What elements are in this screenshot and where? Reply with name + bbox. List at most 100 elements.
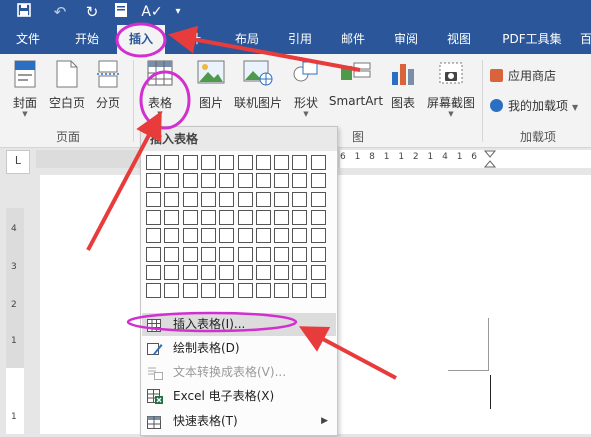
grid-cell[interactable] (146, 228, 161, 244)
grid-cell[interactable] (200, 173, 216, 189)
grid-cell[interactable] (310, 228, 326, 244)
grid-cell[interactable] (146, 191, 161, 207)
chart-button[interactable]: 图表 (386, 54, 420, 124)
online-picture-button[interactable]: 联机图片 (232, 54, 284, 124)
grid-cell[interactable] (237, 155, 253, 170)
grid-cell[interactable] (255, 264, 271, 280)
grid-cell[interactable] (237, 283, 253, 299)
grid-cell[interactable] (255, 228, 271, 244)
tab-layout[interactable]: 布局 (224, 25, 270, 54)
grid-cell[interactable] (292, 209, 308, 225)
grid-cell[interactable] (164, 264, 180, 280)
grid-cell[interactable] (310, 264, 326, 280)
grid-cell[interactable] (146, 264, 161, 280)
grid-cell[interactable] (237, 173, 253, 189)
repeat-icon[interactable]: ↻ (82, 2, 102, 22)
grid-cell[interactable] (182, 209, 198, 225)
grid-cell[interactable] (182, 246, 198, 262)
grid-cell[interactable] (164, 155, 180, 170)
grid-cell[interactable] (310, 191, 326, 207)
grid-cell[interactable] (182, 283, 198, 299)
grid-cell[interactable] (146, 283, 161, 299)
grid-cell[interactable] (164, 228, 180, 244)
grid-cell[interactable] (292, 191, 308, 207)
grid-cell[interactable] (182, 228, 198, 244)
tab-insert[interactable]: 插入 (117, 25, 165, 54)
undo-icon[interactable]: ↶ (48, 2, 72, 22)
grid-cell[interactable] (200, 191, 216, 207)
grid-cell[interactable] (292, 155, 308, 170)
excel-spreadsheet-menu-item[interactable]: Excel 电子表格(X) (142, 385, 336, 408)
grid-cell[interactable] (237, 191, 253, 207)
grid-cell[interactable] (274, 246, 290, 262)
tab-references[interactable]: 引用 (278, 25, 322, 54)
grid-cell[interactable] (164, 246, 180, 262)
grid-cell[interactable] (237, 246, 253, 262)
grid-cell[interactable] (310, 155, 326, 170)
grid-cell[interactable] (274, 283, 290, 299)
shapes-button[interactable]: 形状 ▼ (288, 54, 324, 124)
vertical-ruler[interactable]: 4 3 2 1 1 (6, 208, 24, 434)
picture-button[interactable]: 图片 (194, 54, 228, 124)
table-button[interactable]: 表格 ▼ (140, 54, 180, 124)
grid-cell[interactable] (200, 155, 216, 170)
grid-cell[interactable] (146, 209, 161, 225)
grid-cell[interactable] (255, 155, 271, 170)
cover-page-button[interactable]: 封面 ▼ (6, 54, 44, 124)
grid-cell[interactable] (310, 209, 326, 225)
grid-cell[interactable] (255, 191, 271, 207)
screenshot-button[interactable]: 屏幕截图 ▼ (424, 54, 478, 124)
grid-cell[interactable] (146, 155, 161, 170)
grid-cell[interactable] (200, 228, 216, 244)
grid-cell[interactable] (146, 246, 161, 262)
grid-cell[interactable] (237, 264, 253, 280)
save-icon[interactable] (14, 2, 34, 22)
store-button[interactable]: 应用商店 (490, 66, 556, 86)
tab-review[interactable]: 审阅 (384, 25, 428, 54)
grid-cell[interactable] (310, 173, 326, 189)
grid-cell[interactable] (200, 283, 216, 299)
grid-cell[interactable] (200, 246, 216, 262)
quick-tables-menu-item[interactable]: 快速表格(T) ▶ (142, 410, 336, 433)
grid-cell[interactable] (219, 173, 235, 189)
tab-home[interactable]: 开始 (62, 25, 112, 54)
tab-mailings[interactable]: 邮件 (330, 25, 376, 54)
smartart-button[interactable]: SmartArt (328, 54, 384, 124)
grid-cell[interactable] (274, 191, 290, 207)
grid-cell[interactable] (292, 228, 308, 244)
grid-cell[interactable] (255, 283, 271, 299)
grid-cell[interactable] (164, 191, 180, 207)
grid-cell[interactable] (200, 264, 216, 280)
grid-cell[interactable] (310, 246, 326, 262)
grid-cell[interactable] (164, 173, 180, 189)
tab-overflow[interactable]: 百 (576, 25, 591, 54)
grid-cell[interactable] (219, 246, 235, 262)
grid-cell[interactable] (274, 228, 290, 244)
tab-file[interactable]: 文件 (2, 25, 54, 54)
grid-cell[interactable] (219, 264, 235, 280)
draw-table-menu-item[interactable]: 绘制表格(D) (142, 337, 336, 360)
grid-cell[interactable] (255, 209, 271, 225)
blank-page-button[interactable]: 空白页 (46, 54, 88, 124)
grid-cell[interactable] (219, 209, 235, 225)
tab-view[interactable]: 视图 (436, 25, 482, 54)
my-addins-button[interactable]: 我的加载项 ▼ (490, 96, 578, 116)
grid-cell[interactable] (164, 209, 180, 225)
tab-design[interactable]: 计 (175, 25, 215, 54)
grid-cell[interactable] (182, 155, 198, 170)
grid-cell[interactable] (182, 191, 198, 207)
page-break-button[interactable]: 分页 (90, 54, 126, 124)
more-icon[interactable]: ▾ (172, 2, 184, 22)
grid-cell[interactable] (164, 283, 180, 299)
grid-cell[interactable] (237, 209, 253, 225)
print-preview-icon[interactable] (112, 2, 130, 22)
grid-cell[interactable] (274, 209, 290, 225)
grid-cell[interactable] (219, 283, 235, 299)
grid-cell[interactable] (292, 283, 308, 299)
grid-cell[interactable] (274, 264, 290, 280)
grid-cell[interactable] (146, 173, 161, 189)
grid-cell[interactable] (292, 264, 308, 280)
grid-cell[interactable] (219, 228, 235, 244)
indent-marker-icon[interactable] (483, 150, 497, 172)
grid-cell[interactable] (219, 191, 235, 207)
